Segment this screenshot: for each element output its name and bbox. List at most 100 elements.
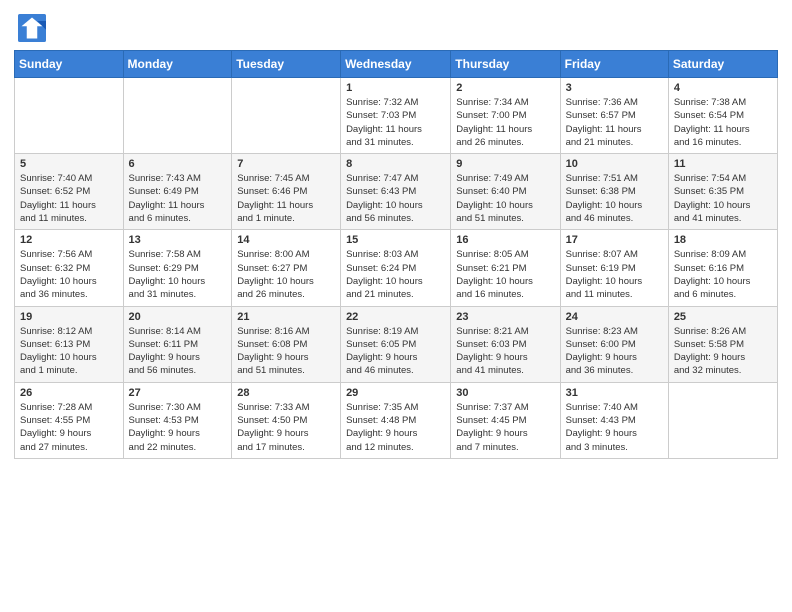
day-cell-1-6: 3Sunrise: 7:36 AM Sunset: 6:57 PM Daylig… [560, 78, 668, 154]
weekday-header-thursday: Thursday [451, 51, 560, 78]
day-info: Sunrise: 7:28 AM Sunset: 4:55 PM Dayligh… [20, 401, 118, 454]
day-number: 23 [456, 311, 554, 323]
day-number: 7 [237, 158, 335, 170]
day-info: Sunrise: 7:30 AM Sunset: 4:53 PM Dayligh… [129, 401, 227, 454]
day-info: Sunrise: 8:09 AM Sunset: 6:16 PM Dayligh… [674, 248, 772, 301]
day-cell-5-6: 31Sunrise: 7:40 AM Sunset: 4:43 PM Dayli… [560, 382, 668, 458]
day-number: 1 [346, 82, 445, 94]
day-cell-4-4: 22 Sunrise: 8:19 AM Sunset: 6:05 PM Dayli… [341, 306, 451, 382]
day-number: 18 [674, 234, 772, 246]
day-cell-4-7: 25 Sunrise: 8:26 AM Sunset: 5:58 PM Dayli… [668, 306, 777, 382]
day-info: Sunrise: 7:56 AM Sunset: 6:32 PM Dayligh… [20, 248, 118, 301]
day-cell-1-2 [123, 78, 232, 154]
day-number: 19 [20, 311, 118, 323]
weekday-header-row: SundayMondayTuesdayWednesdayThursdayFrid… [15, 51, 778, 78]
day-info: Sunrise: 7:38 AM Sunset: 6:54 PM Dayligh… [674, 96, 772, 149]
day-cell-2-5: 9 Sunrise: 7:49 AM Sunset: 6:40 PM Daylig… [451, 154, 560, 230]
day-cell-2-7: 11Sunrise: 7:54 AM Sunset: 6:35 PM Dayli… [668, 154, 777, 230]
day-cell-5-1: 26 Sunrise: 7:28 AM Sunset: 4:55 PM Dayli… [15, 382, 124, 458]
week-row-2: 5 Sunrise: 7:40 AM Sunset: 6:52 PM Daylig… [15, 154, 778, 230]
day-number: 5 [20, 158, 118, 170]
day-info: Sunrise: 7:33 AM Sunset: 4:50 PM Dayligh… [237, 401, 335, 454]
day-number: 30 [456, 387, 554, 399]
logo [18, 14, 50, 42]
day-number: 26 [20, 387, 118, 399]
weekday-header-saturday: Saturday [668, 51, 777, 78]
day-info: Sunrise: 8:21 AM Sunset: 6:03 PM Dayligh… [456, 325, 554, 378]
day-info: Sunrise: 7:35 AM Sunset: 4:48 PM Dayligh… [346, 401, 445, 454]
day-info: Sunrise: 8:26 AM Sunset: 5:58 PM Dayligh… [674, 325, 772, 378]
day-info: Sunrise: 8:12 AM Sunset: 6:13 PM Dayligh… [20, 325, 118, 378]
day-cell-3-7: 18 Sunrise: 8:09 AM Sunset: 6:16 PM Dayli… [668, 230, 777, 306]
day-cell-2-2: 6 Sunrise: 7:43 AM Sunset: 6:49 PM Daylig… [123, 154, 232, 230]
week-row-1: 1 Sunrise: 7:32 AM Sunset: 7:03 PM Daylig… [15, 78, 778, 154]
day-number: 3 [566, 82, 663, 94]
day-cell-2-3: 7 Sunrise: 7:45 AM Sunset: 6:46 PM Daylig… [232, 154, 341, 230]
day-cell-1-5: 2Sunrise: 7:34 AM Sunset: 7:00 PM Daylig… [451, 78, 560, 154]
day-cell-1-3 [232, 78, 341, 154]
week-row-3: 12 Sunrise: 7:56 AM Sunset: 6:32 PM Dayli… [15, 230, 778, 306]
day-info: Sunrise: 7:37 AM Sunset: 4:45 PM Dayligh… [456, 401, 554, 454]
day-cell-4-6: 24 Sunrise: 8:23 AM Sunset: 6:00 PM Dayli… [560, 306, 668, 382]
day-cell-5-4: 29Sunrise: 7:35 AM Sunset: 4:48 PM Dayli… [341, 382, 451, 458]
day-info: Sunrise: 8:19 AM Sunset: 6:05 PM Dayligh… [346, 325, 445, 378]
day-cell-3-5: 16Sunrise: 8:05 AM Sunset: 6:21 PM Dayli… [451, 230, 560, 306]
day-info: Sunrise: 7:43 AM Sunset: 6:49 PM Dayligh… [129, 172, 227, 225]
day-cell-3-1: 12 Sunrise: 7:56 AM Sunset: 6:32 PM Dayli… [15, 230, 124, 306]
weekday-header-tuesday: Tuesday [232, 51, 341, 78]
day-number: 22 [346, 311, 445, 323]
day-info: Sunrise: 7:58 AM Sunset: 6:29 PM Dayligh… [129, 248, 227, 301]
day-cell-1-1 [15, 78, 124, 154]
day-info: Sunrise: 7:51 AM Sunset: 6:38 PM Dayligh… [566, 172, 663, 225]
day-number: 6 [129, 158, 227, 170]
day-info: Sunrise: 8:03 AM Sunset: 6:24 PM Dayligh… [346, 248, 445, 301]
day-info: Sunrise: 8:23 AM Sunset: 6:00 PM Dayligh… [566, 325, 663, 378]
weekday-header-sunday: Sunday [15, 51, 124, 78]
day-info: Sunrise: 7:49 AM Sunset: 6:40 PM Dayligh… [456, 172, 554, 225]
day-cell-3-2: 13 Sunrise: 7:58 AM Sunset: 6:29 PM Dayli… [123, 230, 232, 306]
week-row-4: 19 Sunrise: 8:12 AM Sunset: 6:13 PM Dayli… [15, 306, 778, 382]
calendar-wrapper: SundayMondayTuesdayWednesdayThursdayFrid… [0, 50, 792, 473]
day-info: Sunrise: 7:45 AM Sunset: 6:46 PM Dayligh… [237, 172, 335, 225]
day-number: 16 [456, 234, 554, 246]
day-number: 28 [237, 387, 335, 399]
day-number: 27 [129, 387, 227, 399]
day-cell-3-6: 17Sunrise: 8:07 AM Sunset: 6:19 PM Dayli… [560, 230, 668, 306]
day-info: Sunrise: 8:16 AM Sunset: 6:08 PM Dayligh… [237, 325, 335, 378]
day-cell-3-3: 14Sunrise: 8:00 AM Sunset: 6:27 PM Dayli… [232, 230, 341, 306]
day-number: 12 [20, 234, 118, 246]
day-number: 13 [129, 234, 227, 246]
day-cell-5-7 [668, 382, 777, 458]
header [0, 0, 792, 50]
day-number: 25 [674, 311, 772, 323]
logo-icon [18, 14, 46, 42]
day-cell-2-4: 8 Sunrise: 7:47 AM Sunset: 6:43 PM Daylig… [341, 154, 451, 230]
day-cell-1-4: 1 Sunrise: 7:32 AM Sunset: 7:03 PM Daylig… [341, 78, 451, 154]
day-number: 9 [456, 158, 554, 170]
day-number: 10 [566, 158, 663, 170]
day-cell-4-5: 23 Sunrise: 8:21 AM Sunset: 6:03 PM Dayli… [451, 306, 560, 382]
day-cell-4-1: 19 Sunrise: 8:12 AM Sunset: 6:13 PM Dayli… [15, 306, 124, 382]
day-cell-3-4: 15 Sunrise: 8:03 AM Sunset: 6:24 PM Dayli… [341, 230, 451, 306]
day-info: Sunrise: 7:32 AM Sunset: 7:03 PM Dayligh… [346, 96, 445, 149]
day-number: 2 [456, 82, 554, 94]
day-cell-4-3: 21 Sunrise: 8:16 AM Sunset: 6:08 PM Dayli… [232, 306, 341, 382]
day-number: 21 [237, 311, 335, 323]
calendar: SundayMondayTuesdayWednesdayThursdayFrid… [14, 50, 778, 459]
day-cell-5-3: 28 Sunrise: 7:33 AM Sunset: 4:50 PM Dayli… [232, 382, 341, 458]
day-number: 20 [129, 311, 227, 323]
day-number: 24 [566, 311, 663, 323]
day-info: Sunrise: 7:40 AM Sunset: 6:52 PM Dayligh… [20, 172, 118, 225]
day-number: 8 [346, 158, 445, 170]
day-number: 15 [346, 234, 445, 246]
day-info: Sunrise: 8:00 AM Sunset: 6:27 PM Dayligh… [237, 248, 335, 301]
day-cell-4-2: 20 Sunrise: 8:14 AM Sunset: 6:11 PM Dayli… [123, 306, 232, 382]
day-info: Sunrise: 7:47 AM Sunset: 6:43 PM Dayligh… [346, 172, 445, 225]
day-info: Sunrise: 8:14 AM Sunset: 6:11 PM Dayligh… [129, 325, 227, 378]
day-cell-5-5: 30 Sunrise: 7:37 AM Sunset: 4:45 PM Dayli… [451, 382, 560, 458]
weekday-header-monday: Monday [123, 51, 232, 78]
day-cell-5-2: 27 Sunrise: 7:30 AM Sunset: 4:53 PM Dayli… [123, 382, 232, 458]
day-cell-2-1: 5 Sunrise: 7:40 AM Sunset: 6:52 PM Daylig… [15, 154, 124, 230]
day-cell-2-6: 10 Sunrise: 7:51 AM Sunset: 6:38 PM Dayli… [560, 154, 668, 230]
day-info: Sunrise: 7:54 AM Sunset: 6:35 PM Dayligh… [674, 172, 772, 225]
